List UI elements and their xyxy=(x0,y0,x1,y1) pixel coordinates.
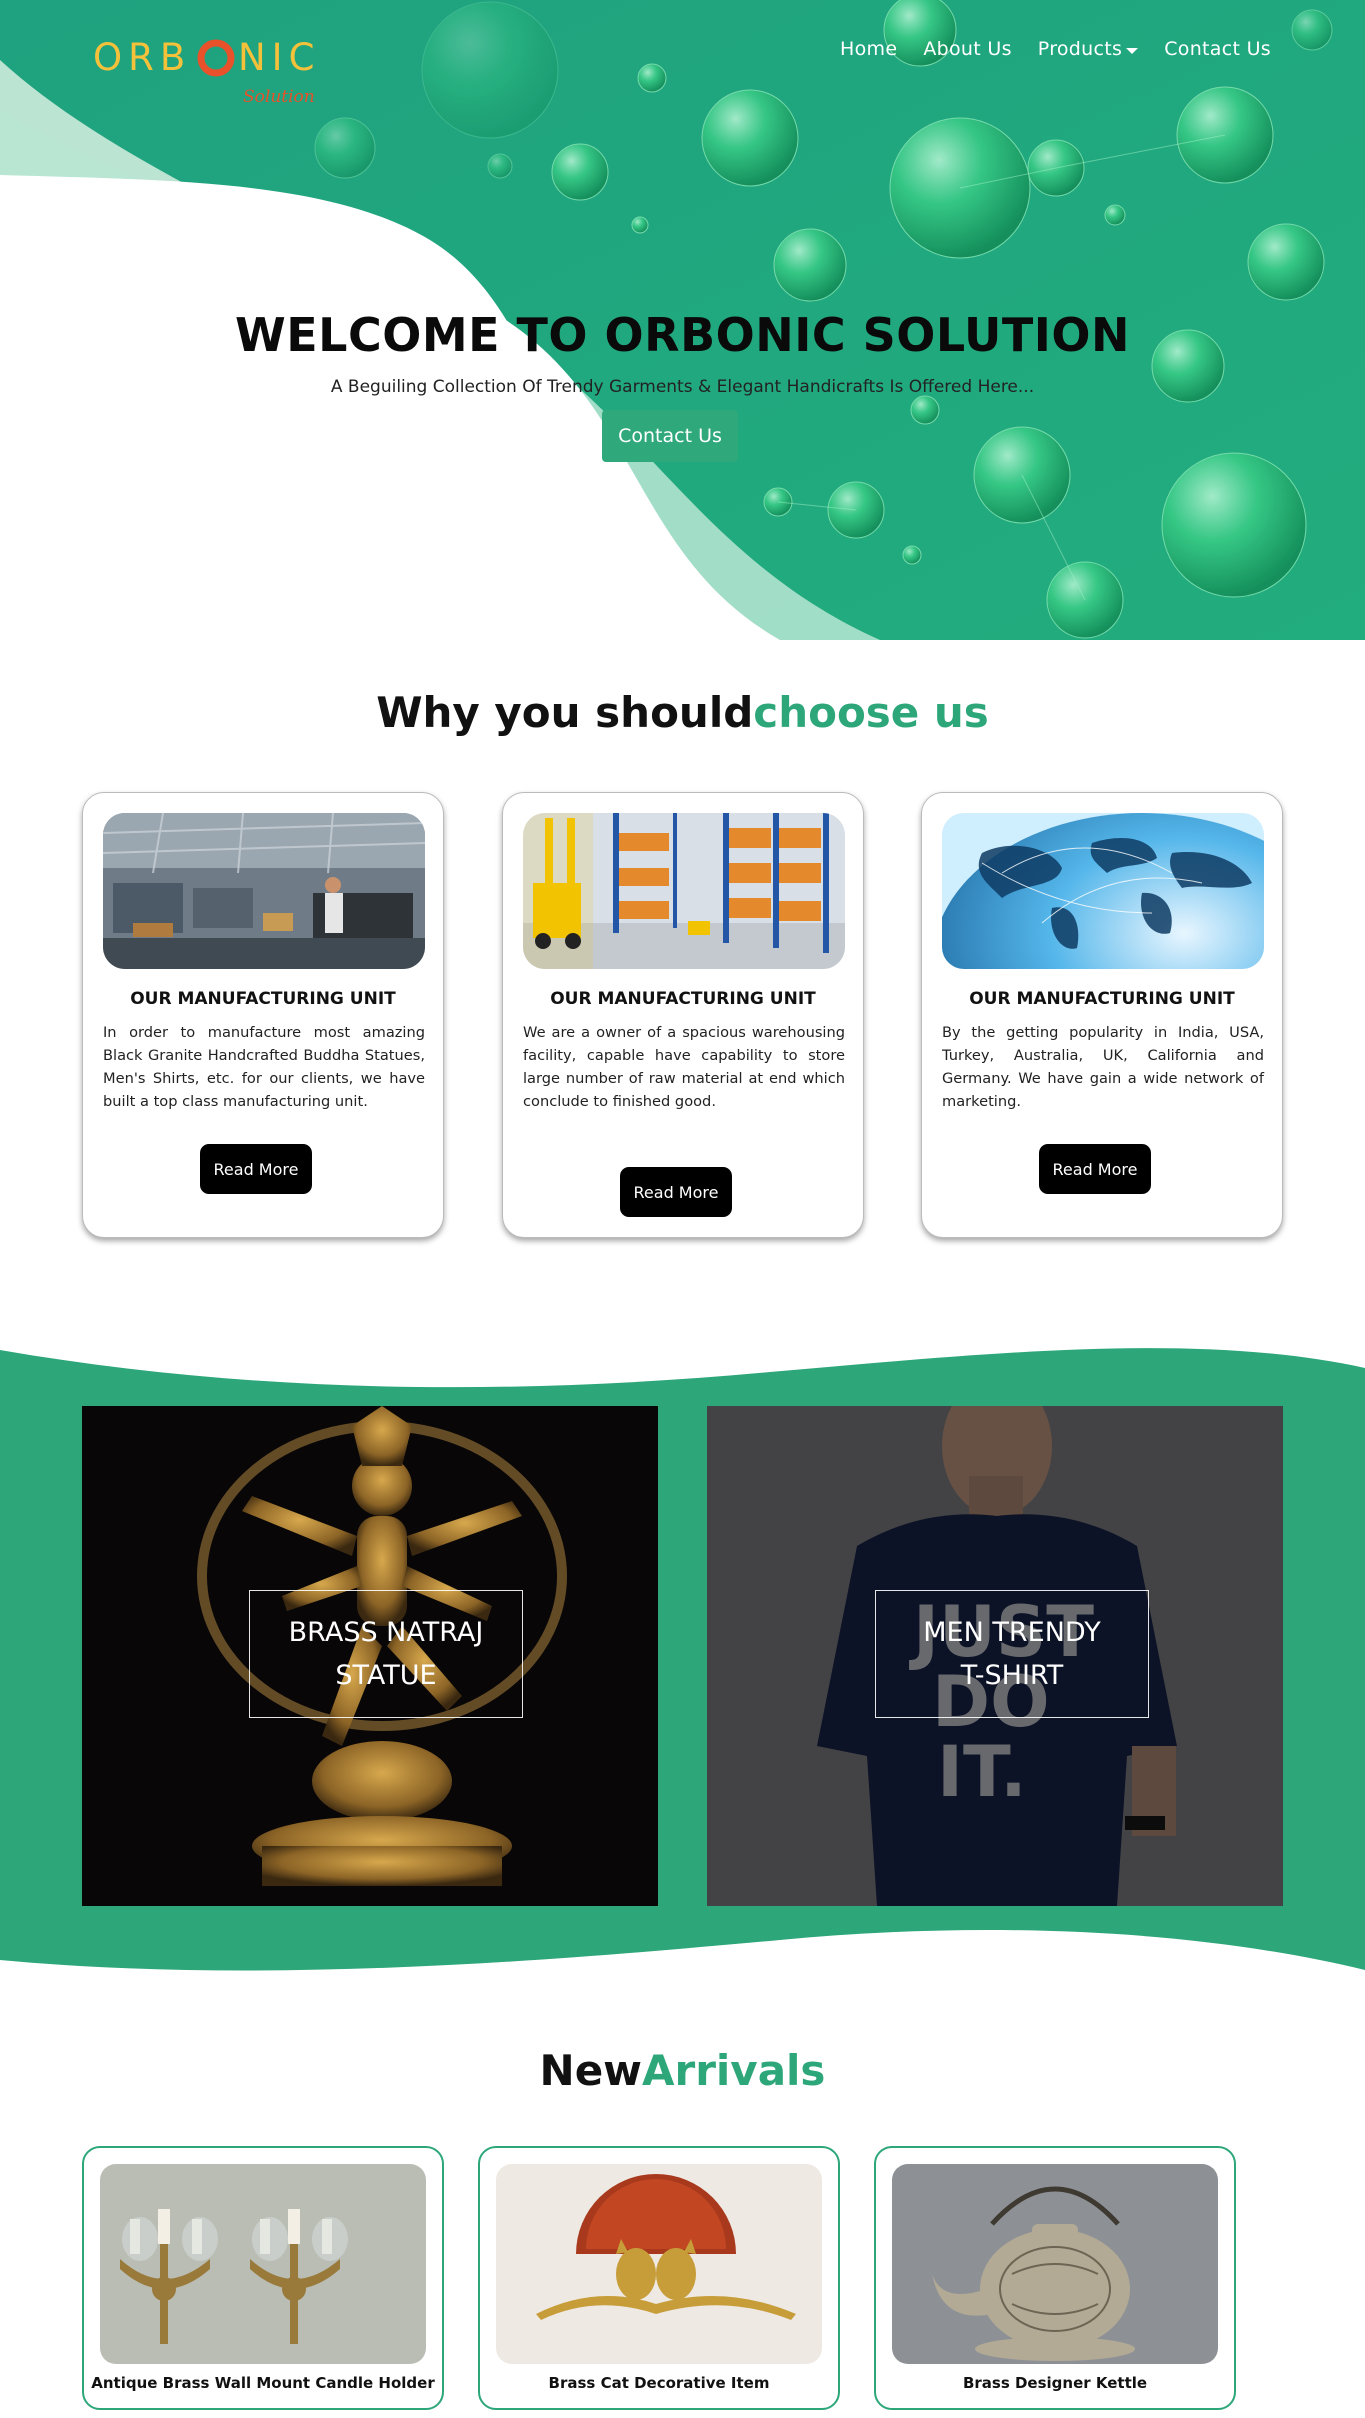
svg-text:NIC: NIC xyxy=(238,36,320,79)
card-title: OUR MANUFACTURING UNIT xyxy=(969,989,1235,1009)
natraj-label: BRASS NATRAJ STATUE xyxy=(289,1611,484,1697)
new-arrivals-title-dark: New xyxy=(539,2046,642,2095)
tshirt-line2: T-SHIRT xyxy=(960,1660,1064,1691)
main-nav: Home About Us Products Contact Us xyxy=(840,38,1271,60)
natraj-line2: STATUE xyxy=(335,1660,437,1691)
why-title-dark: Why you should xyxy=(376,688,754,737)
read-more-button[interactable]: Read More xyxy=(200,1144,312,1194)
product-card-brass-kettle[interactable]: Brass Designer Kettle xyxy=(874,2146,1236,2410)
candle-holder-image xyxy=(100,2164,426,2364)
product-card-brass-cat[interactable]: Brass Cat Decorative Item xyxy=(478,2146,840,2410)
card-text: We are a owner of a spacious warehousing… xyxy=(523,1024,845,1110)
brass-cat-image xyxy=(496,2164,822,2364)
why-card-warehouse: OUR MANUFACTURING UNIT We are a owner of… xyxy=(502,792,864,1238)
natraj-label-box[interactable]: BRASS NATRAJ STATUE xyxy=(249,1590,523,1718)
card-text: In order to manufacture most amazing Bla… xyxy=(103,1024,425,1110)
warehouse-photo xyxy=(523,813,845,969)
card-title: OUR MANUFACTURING UNIT xyxy=(550,989,816,1009)
brass-kettle-image xyxy=(892,2164,1218,2364)
product-name: Brass Designer Kettle xyxy=(962,2374,1148,2392)
globe-network-photo xyxy=(942,813,1264,969)
read-more-button[interactable]: Read More xyxy=(620,1167,732,1217)
svg-text:ORB: ORB xyxy=(93,36,191,79)
natraj-line1: BRASS NATRAJ xyxy=(288,1617,484,1648)
tshirt-line1: MEN TRENDY xyxy=(923,1617,1101,1648)
why-section-title: Why you shouldchoose us xyxy=(0,688,1365,737)
hero-contact-button[interactable]: Contact Us xyxy=(602,410,738,462)
nav-home[interactable]: Home xyxy=(840,38,897,60)
page: ORB NIC Solution Home About Us Products … xyxy=(0,0,1365,2418)
nav-contact[interactable]: Contact Us xyxy=(1164,38,1271,60)
featured-men-tshirt[interactable]: JUST DO IT. MEN TRENDY T-SHIRT xyxy=(707,1406,1283,1906)
why-card-manufacturing: OUR MANUFACTURING UNIT In order to manuf… xyxy=(82,792,444,1238)
featured-brass-natraj[interactable]: BRASS NATRAJ STATUE xyxy=(82,1406,658,1906)
product-name: Brass Cat Decorative Item xyxy=(548,2374,770,2392)
card-title: OUR MANUFACTURING UNIT xyxy=(130,989,396,1009)
hero-subtitle: A Beguiling Collection Of Trendy Garment… xyxy=(330,377,1035,397)
tshirt-label-box[interactable]: MEN TRENDY T-SHIRT xyxy=(875,1590,1149,1718)
why-card-network: OUR MANUFACTURING UNIT By the getting po… xyxy=(921,792,1283,1238)
orbonic-logo[interactable]: ORB NIC Solution xyxy=(93,34,333,114)
factory-photo xyxy=(103,813,425,969)
svg-text:Solution: Solution xyxy=(243,87,315,107)
tshirt-label: MEN TRENDY T-SHIRT xyxy=(923,1611,1100,1697)
new-arrivals-title: NewArrivals xyxy=(0,2046,1365,2095)
nav-products-dropdown[interactable]: Products xyxy=(1037,38,1139,60)
card-text: By the getting popularity in India, USA,… xyxy=(942,1024,1264,1110)
new-arrivals-title-green: Arrivals xyxy=(641,2046,826,2095)
why-title-green: choose us xyxy=(753,688,989,737)
nav-products-label: Products xyxy=(1037,38,1123,60)
hero-section: ORB NIC Solution Home About Us Products … xyxy=(0,0,1365,640)
read-more-button[interactable]: Read More xyxy=(1039,1144,1151,1194)
product-name: Antique Brass Wall Mount Candle Holder xyxy=(91,2374,435,2392)
nav-about[interactable]: About Us xyxy=(923,38,1011,60)
caret-down-icon xyxy=(1126,47,1139,54)
hero-title: WELCOME TO ORBONIC SOLUTION xyxy=(235,308,1130,362)
product-card-candle-holder[interactable]: Antique Brass Wall Mount Candle Holder xyxy=(82,2146,444,2410)
nav-about-label: About Us xyxy=(923,38,1012,60)
